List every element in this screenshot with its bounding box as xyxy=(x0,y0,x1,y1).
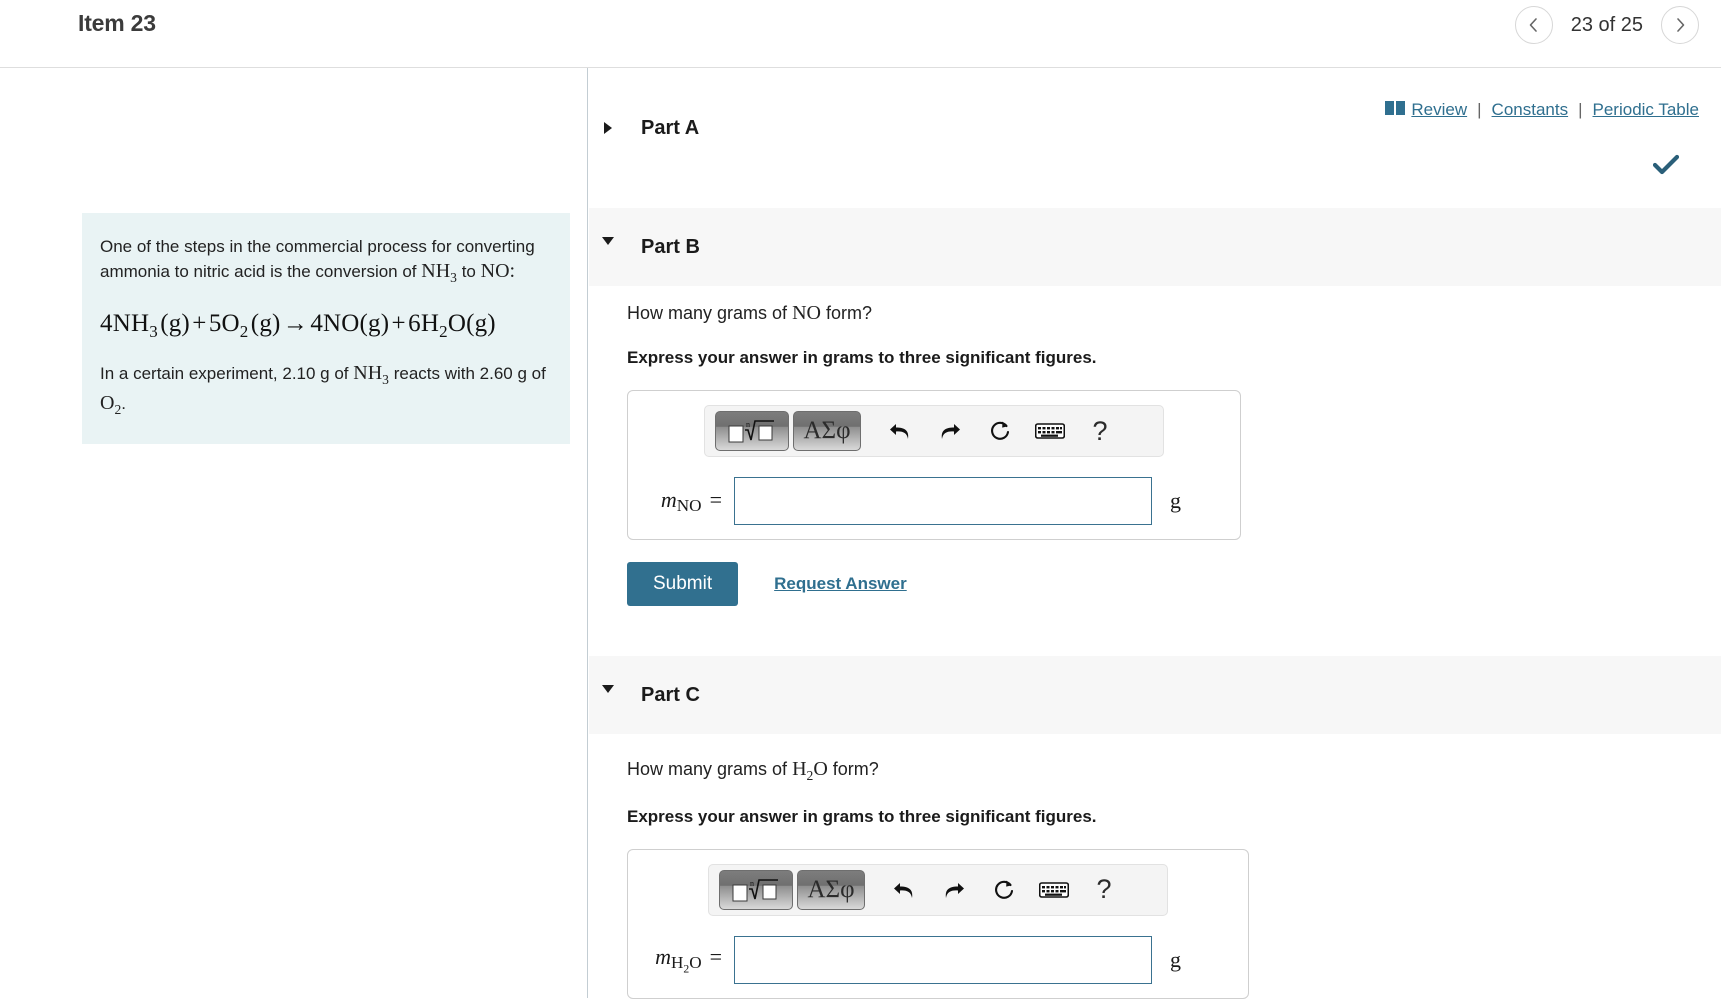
item-navigation: 23 of 25 xyxy=(1514,6,1699,44)
part-b-question-pre: How many grams of xyxy=(627,303,788,323)
svg-text:n: n xyxy=(750,879,754,888)
next-item-button[interactable] xyxy=(1661,6,1699,44)
part-c-answer-label: mH2O = xyxy=(655,944,722,976)
answer-panel: Review | Constants | Periodic Table Part… xyxy=(589,68,1721,999)
part-c-species: H2O xyxy=(792,758,828,783)
redo-icon[interactable] xyxy=(931,870,977,910)
math-template-icon[interactable]: n xyxy=(715,411,789,451)
part-b-answer-card: n ΑΣφ ? mNO = g xyxy=(627,390,1241,540)
part-c-instruction: Express your answer in grams to three si… xyxy=(627,806,1097,826)
part-b-math-toolbar: n ΑΣφ ? xyxy=(704,405,1164,457)
part-b-answer-row: mNO = g xyxy=(628,477,1240,525)
math-help-button[interactable]: ? xyxy=(1077,411,1123,451)
problem-species-no: NO: xyxy=(480,260,516,283)
part-b-header[interactable]: Part B xyxy=(589,208,1721,286)
part-c-math-toolbar: n ΑΣφ ? xyxy=(708,863,1168,916)
item-counter: 23 of 25 xyxy=(1570,13,1643,36)
math-help-button[interactable]: ? xyxy=(1081,870,1127,910)
experiment-line-end: . xyxy=(121,393,126,413)
experiment-species-o2: O2 xyxy=(100,391,122,417)
part-b-question: How many grams of NO form? xyxy=(627,300,1687,326)
part-b-question-post: form? xyxy=(825,303,872,323)
problem-panel: One of the steps in the commercial proce… xyxy=(0,68,588,998)
experiment-line-mid: reacts with 2.60 g of xyxy=(393,364,546,384)
problem-intro-mid: to xyxy=(461,262,476,282)
problem-intro-text: One of the steps in the commercial proce… xyxy=(100,235,550,288)
part-c-header[interactable]: Part C xyxy=(589,656,1721,734)
chevron-right-icon xyxy=(1674,17,1687,33)
part-b-answer-input[interactable] xyxy=(734,477,1152,525)
redo-icon[interactable] xyxy=(927,411,973,451)
part-b-request-answer-link[interactable]: Request Answer xyxy=(774,574,907,594)
problem-statement-box: One of the steps in the commercial proce… xyxy=(82,213,570,444)
part-c-question-pre: How many grams of xyxy=(627,759,788,779)
previous-item-button[interactable] xyxy=(1514,6,1553,44)
greek-symbols-button[interactable]: ΑΣφ xyxy=(793,411,861,451)
reset-icon[interactable] xyxy=(977,411,1023,451)
triangle-down-icon xyxy=(599,236,617,246)
part-b-species: NO xyxy=(792,302,821,324)
part-c-answer-input[interactable] xyxy=(734,935,1152,984)
greek-symbols-button[interactable]: ΑΣφ xyxy=(797,869,865,910)
part-b-answer-label: mNO = xyxy=(660,486,722,515)
part-b-instruction: Express your answer in grams to three si… xyxy=(627,348,1097,367)
part-c-answer-card: n ΑΣφ ? mH2O = g xyxy=(627,848,1249,999)
part-b-content: How many grams of NO form? Express your … xyxy=(627,300,1687,606)
part-c-answer-row: mH2O = g xyxy=(628,935,1248,984)
page-title: Item 23 xyxy=(78,10,156,36)
part-c-unit: g xyxy=(1170,946,1181,972)
part-c-question-post: form? xyxy=(832,759,879,779)
undo-icon[interactable] xyxy=(881,870,927,910)
part-c-label: Part C xyxy=(641,684,700,706)
assignment-page: Item 23 23 of 25 One of the steps in the… xyxy=(0,0,1721,999)
experiment-species-nh3: NH3 xyxy=(353,362,389,388)
part-b-submit-button[interactable]: Submit xyxy=(627,562,739,606)
part-a-label: Part A xyxy=(641,116,700,139)
part-a-header[interactable]: Part A xyxy=(589,108,1721,148)
chevron-left-icon xyxy=(1527,17,1540,33)
part-c-question: How many grams of H2O form? xyxy=(627,756,1687,785)
balanced-equation: 4NH3 (g) + 5O2 (g) → 4NO(g) + 6H2O(g) xyxy=(100,310,496,342)
problem-experiment-text: In a certain experiment, 2.10 g of NH3 r… xyxy=(100,360,550,420)
keyboard-icon[interactable] xyxy=(1027,411,1073,451)
part-b-actions: Submit Request Answer xyxy=(627,562,1687,606)
triangle-down-icon xyxy=(599,684,617,694)
math-template-icon[interactable]: n xyxy=(719,869,793,910)
part-b-unit: g xyxy=(1170,488,1181,513)
svg-text:n: n xyxy=(746,420,750,429)
undo-icon[interactable] xyxy=(877,411,923,451)
keyboard-icon[interactable] xyxy=(1031,870,1077,910)
part-c-content: How many grams of H2O form? Express your… xyxy=(627,756,1687,999)
problem-species-nh3: NH3 xyxy=(421,260,457,286)
part-b-label: Part B xyxy=(641,236,700,258)
part-a-completed-check-icon xyxy=(1652,154,1680,181)
top-bar: Item 23 23 of 25 xyxy=(0,0,1721,68)
triangle-right-icon xyxy=(599,122,617,134)
experiment-line-pre: In a certain experiment, 2.10 g of xyxy=(100,364,349,384)
reset-icon[interactable] xyxy=(981,870,1027,910)
